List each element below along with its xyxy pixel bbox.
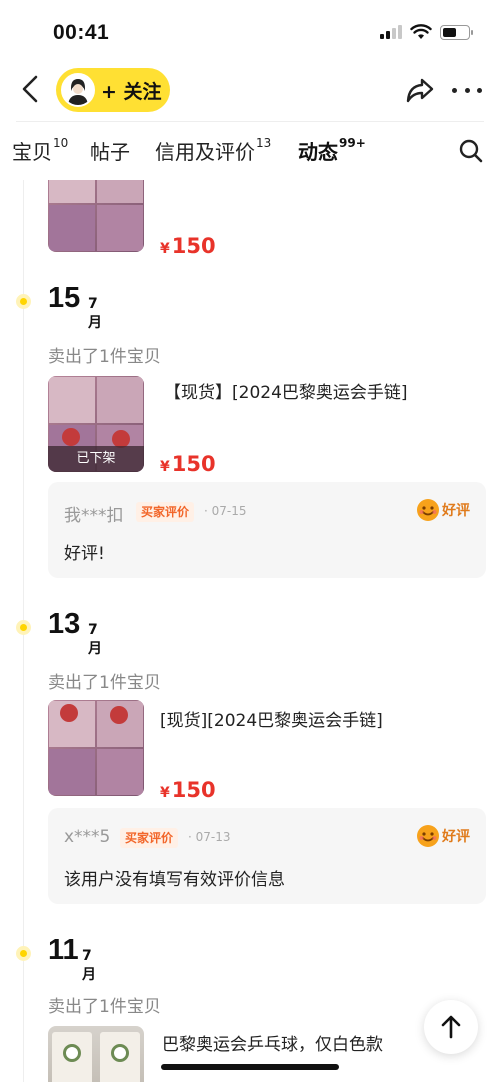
item-title[interactable]: 【现货】[2024巴黎奥运会手链] xyxy=(164,378,408,403)
date-day: 13 xyxy=(48,608,81,640)
more-dot xyxy=(464,87,470,93)
review-text: 该用户没有填写有效评价信息 xyxy=(64,870,285,890)
activity-feed[interactable]: ¥150 15 7月 卖出了1件宝贝 已下架 【现货】[2024巴黎奥运会手链]… xyxy=(0,180,500,1082)
item-title[interactable]: 巴黎奥运会乒乓球，仅白色款 xyxy=(162,1030,383,1055)
more-dot xyxy=(477,87,482,93)
avatar xyxy=(61,73,95,107)
rating-badge: 好评 xyxy=(416,823,470,849)
buyer-review-badge: 买家评价 xyxy=(120,828,179,848)
date-month: 7月 xyxy=(88,296,102,331)
more-button[interactable] xyxy=(452,86,482,94)
status-bar: 00:41 xyxy=(0,0,500,62)
status-time: 00:41 xyxy=(53,21,110,44)
share-button[interactable] xyxy=(404,74,436,106)
item-thumbnail[interactable] xyxy=(48,700,144,796)
sold-label: 卖出了1件宝贝 xyxy=(48,997,161,1017)
date-month: 7月 xyxy=(88,622,102,657)
item-price: ¥150 xyxy=(160,234,216,258)
search-icon xyxy=(459,139,483,163)
item-title[interactable]: [现货][2024巴黎奥运会手链] xyxy=(160,706,383,731)
more-dot xyxy=(452,87,457,93)
item-thumbnail[interactable] xyxy=(48,1026,144,1082)
scroll-to-top-button[interactable] xyxy=(424,1000,478,1054)
cellular-signal-icon xyxy=(380,25,402,39)
tab-label: 信用及评价 xyxy=(155,140,255,164)
rating-label: 好评 xyxy=(442,829,470,845)
status-icons xyxy=(380,24,473,40)
date-day: 11 xyxy=(48,934,79,966)
tab-activity[interactable]: 动态99+ xyxy=(298,136,366,165)
wifi-icon xyxy=(410,24,432,39)
tab-posts[interactable]: 帖子 xyxy=(90,136,130,165)
timeline-dot xyxy=(16,946,31,961)
item-thumbnail[interactable]: 已下架 xyxy=(48,376,144,472)
tab-bar: 宝贝10 帖子 信用及评价13 动态99+ xyxy=(0,122,500,180)
home-indicator xyxy=(161,1064,339,1070)
buyer-review-badge: 买家评价 xyxy=(136,502,195,522)
review-date: · 07-15 xyxy=(204,504,247,518)
tab-label: 帖子 xyxy=(90,140,130,164)
item-price: ¥150 xyxy=(160,778,216,802)
user-avatar-icon xyxy=(63,75,93,105)
review-date: · 07-13 xyxy=(188,830,231,844)
item-thumbnail[interactable] xyxy=(48,180,144,252)
nav-bar: + 关注 xyxy=(0,62,500,118)
reviewer-name: 我***扣 xyxy=(64,506,124,526)
chevron-left-icon xyxy=(22,75,38,103)
rating-label: 好评 xyxy=(442,503,470,519)
battery-icon xyxy=(440,24,473,40)
tab-count: 10 xyxy=(53,136,69,151)
smile-face-icon xyxy=(417,499,439,521)
review-text: 好评! xyxy=(64,544,105,564)
date-day: 15 xyxy=(48,282,81,314)
smile-face-icon xyxy=(417,825,439,847)
tab-items[interactable]: 宝贝10 xyxy=(12,136,68,165)
review-card: x***5 买家评价 · 07-13 好评 该用户没有填写有效评价信息 xyxy=(48,808,486,904)
rating-badge: 好评 xyxy=(416,497,470,523)
date-month: 7月 xyxy=(82,948,96,983)
timeline-dot xyxy=(16,620,31,635)
share-icon xyxy=(406,78,434,103)
tab-count: 99+ xyxy=(339,136,366,151)
arrow-up-icon xyxy=(441,1015,461,1039)
follow-button[interactable]: + 关注 xyxy=(56,68,170,112)
tab-label: 宝贝 xyxy=(12,140,52,164)
sold-label: 卖出了1件宝贝 xyxy=(48,347,161,367)
back-button[interactable] xyxy=(14,72,46,106)
review-card: 我***扣 买家评价 · 07-15 好评 好评! xyxy=(48,482,486,578)
search-button[interactable] xyxy=(458,138,484,164)
reviewer-name: x***5 xyxy=(64,827,111,847)
follow-label: + 关注 xyxy=(101,80,162,103)
sold-label: 卖出了1件宝贝 xyxy=(48,673,161,693)
delisted-tag: 已下架 xyxy=(48,446,144,472)
tab-credit-reviews[interactable]: 信用及评价13 xyxy=(155,136,271,165)
tab-count: 13 xyxy=(256,136,272,151)
timeline-dot xyxy=(16,294,31,309)
tab-label: 动态 xyxy=(298,140,338,164)
item-price: ¥150 xyxy=(160,452,216,476)
